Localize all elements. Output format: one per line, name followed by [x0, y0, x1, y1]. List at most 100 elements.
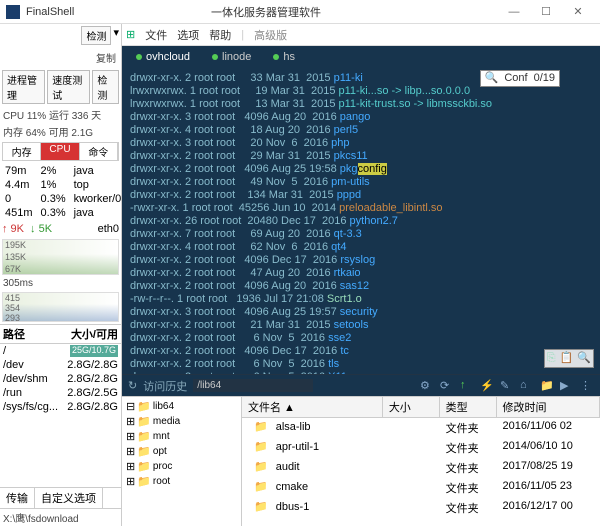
terminal-line: drwxr-xr-x. 7 root root 69 Aug 20 2016 q… — [130, 228, 592, 241]
fs-row[interactable]: /dev2.8G/2.8G — [0, 358, 121, 372]
menu-help[interactable]: 帮助 — [209, 27, 231, 43]
play-icon[interactable]: ▶ — [560, 379, 574, 393]
session-tab[interactable]: ovhcloud — [126, 49, 200, 65]
process-mgr-button[interactable]: 进程管理 — [2, 70, 45, 104]
edit-icon[interactable]: ✎ — [500, 379, 514, 393]
terminal-line: drwxr-xr-x. 2 root root 21 Mar 31 2015 s… — [130, 319, 592, 332]
col-type[interactable]: 类型 — [440, 397, 497, 417]
app-subtitle: 一体化服务器管理软件 — [211, 4, 321, 20]
terminal-line: drwxr-xr-x. 4 root root 62 Nov 6 2016 qt… — [130, 241, 592, 254]
terminal-line: drwxr-xr-x. 2 root root 4096 Dec 17 2016… — [130, 345, 592, 358]
col-name[interactable]: 文件名 ▲ — [242, 397, 383, 417]
maximize-button[interactable]: ☐ — [530, 5, 562, 18]
file-row[interactable]: 📁alsa-lib文件夹2016/11/06 02 — [242, 418, 600, 438]
copy-icon[interactable]: ⎘ — [547, 352, 556, 365]
file-list[interactable]: 文件名 ▲ 大小 类型 修改时间 📁alsa-lib文件夹2016/11/06 … — [242, 397, 600, 526]
cpu-info: CPU 11% 运行 336 天 — [0, 106, 121, 123]
process-row[interactable]: 451m0.3%java — [2, 207, 122, 219]
tree-node[interactable]: ⊞📁mnt — [124, 429, 239, 444]
process-row[interactable]: 79m2%java — [2, 165, 122, 177]
file-row[interactable]: 📁apr-util-1文件夹2014/06/10 10 — [242, 438, 600, 458]
size-header: 大小/可用 — [71, 326, 118, 342]
terminal-line: drwxr-xr-x. 4 root root 18 Aug 20 2016 p… — [130, 124, 592, 137]
home-icon[interactable]: ⌂ — [520, 379, 534, 393]
fs-row[interactable]: /25G/10.7G — [0, 344, 121, 358]
file-row[interactable]: 📁cmake文件夹2016/11/05 23 — [242, 478, 600, 498]
fs-row[interactable]: /dev/shm2.8G/2.8G — [0, 372, 121, 386]
terminal-line: drwxr-xr-x. 2 root root 4096 Aug 25 19:5… — [130, 163, 592, 176]
net-down: ↓ 5K — [30, 223, 52, 235]
local-path: X:\鹰\fsdownload — [0, 508, 121, 526]
terminal-line: drwxr-xr-x. 2 root root 134 Mar 31 2015 … — [130, 189, 592, 202]
fs-row[interactable]: /sys/fs/cg...2.8G/2.8G — [0, 400, 121, 414]
app-logo — [6, 5, 20, 19]
search-icon[interactable]: 🔍 — [577, 352, 591, 365]
speed-test-button[interactable]: 速度测试 — [47, 70, 90, 104]
terminal-line: drwxr-xr-x. 2 root root 6 Nov 5 2016 tls — [130, 358, 592, 371]
file-row[interactable]: 📁audit文件夹2017/08/25 19 — [242, 458, 600, 478]
process-row[interactable]: 00.3%kworker/0:2 — [2, 193, 122, 205]
terminal-line: -rw-r--r--. 1 root root 1936 Jul 17 21:0… — [130, 293, 592, 306]
session-tabs: ovhcloudlinodehs — [122, 46, 600, 68]
tree-node[interactable]: ⊞📁proc — [124, 459, 239, 474]
search-icon: 🔍 — [485, 72, 499, 85]
search-box[interactable]: 🔍 Conf 0/19 — [480, 70, 560, 87]
terminal-line: drwxr-xr-x. 2 root root 29 Mar 31 2015 p… — [130, 150, 592, 163]
tree-node[interactable]: ⊞📁root — [124, 474, 239, 489]
tree-node[interactable]: ⊟📁lib64 — [124, 399, 239, 414]
latency-chart: 415 354 293 — [2, 292, 119, 322]
dropdown-icon[interactable]: ▾ — [113, 26, 119, 45]
terminal-line: drwxr-xr-x. 26 root root 20480 Dec 17 20… — [130, 215, 592, 228]
detect-button-2[interactable]: 检测 — [92, 70, 119, 104]
connect-icon[interactable]: ⊞ — [126, 28, 135, 41]
minimize-button[interactable]: — — [498, 6, 530, 18]
col-size[interactable]: 大小 — [383, 397, 440, 417]
folder-icon[interactable]: 📁 — [540, 379, 554, 393]
copy-button[interactable]: 复制 — [93, 49, 119, 66]
refresh-icon[interactable]: ⟳ — [440, 379, 454, 393]
tab-cpu[interactable]: CPU — [41, 143, 79, 160]
detect-button[interactable]: 检测 — [81, 26, 111, 45]
col-date[interactable]: 修改时间 — [497, 397, 600, 417]
path-header: 路径 — [3, 326, 25, 342]
terminal-line: drwxr-xr-x. 2 root root 6 Nov 5 2016 X11 — [130, 371, 592, 374]
more-icon[interactable]: ⋮ — [580, 379, 594, 393]
tab-custom[interactable]: 自定义选项 — [35, 488, 103, 508]
menu-view[interactable]: 选项 — [177, 27, 199, 43]
session-tab[interactable]: hs — [263, 49, 305, 65]
close-button[interactable]: ✕ — [562, 5, 594, 18]
terminal-line: lrwxrwxrwx. 1 root root 13 Mar 31 2015 p… — [130, 98, 592, 111]
menu-file[interactable]: 文件 — [145, 27, 167, 43]
history-icon[interactable]: ↻ — [128, 379, 137, 392]
terminal-line: drwxr-xr-x. 2 root root 49 Nov 5 2016 pm… — [130, 176, 592, 189]
tab-memory[interactable]: 内存 — [3, 143, 41, 160]
download-icon[interactable]: ⚡ — [480, 379, 494, 393]
tab-transfer[interactable]: 传输 — [0, 488, 35, 508]
menu-pro[interactable]: 高级版 — [254, 27, 287, 43]
path-input[interactable] — [193, 379, 313, 392]
process-table: 79m2%java 4.4m1%top 00.3%kworker/0:2 451m0.… — [0, 163, 122, 221]
tool-icon[interactable]: ⚙ — [420, 379, 434, 393]
tab-command[interactable]: 命令 — [80, 143, 118, 160]
file-tree[interactable]: ⊟📁lib64⊞📁media⊞📁mnt⊞📁opt⊞📁proc⊞📁root — [122, 397, 242, 526]
terminal-line: drwxr-xr-x. 3 root root 4096 Aug 20 2016… — [130, 111, 592, 124]
paste-icon[interactable]: 📋 — [560, 352, 574, 365]
tree-node[interactable]: ⊞📁media — [124, 414, 239, 429]
search-query: Conf — [504, 72, 527, 85]
network-chart: 195K 135K 67K — [2, 239, 119, 275]
search-count: 0/19 — [534, 72, 555, 85]
history-label: 访问历史 — [143, 378, 187, 394]
terminal-action-icons: ⎘ 📋 🔍 — [544, 349, 594, 368]
file-row[interactable]: 📁dbus-1文件夹2016/12/17 00 — [242, 498, 600, 518]
app-title: FinalShell — [26, 6, 203, 18]
latency: 305ms — [0, 277, 121, 290]
upload-icon[interactable]: ↑ — [460, 379, 474, 393]
process-row[interactable]: 4.4m1%top — [2, 179, 122, 191]
net-iface: eth0 — [98, 223, 119, 235]
session-tab[interactable]: linode — [202, 49, 261, 65]
terminal-line: drwxr-xr-x. 2 root root 47 Aug 20 2016 r… — [130, 267, 592, 280]
fs-row[interactable]: /run2.8G/2.5G — [0, 386, 121, 400]
tree-node[interactable]: ⊞📁opt — [124, 444, 239, 459]
terminal-line: drwxr-xr-x. 2 root root 4096 Aug 20 2016… — [130, 280, 592, 293]
terminal[interactable]: 🔍 Conf 0/19 drwxr-xr-x. 2 root root 33 M… — [122, 68, 600, 374]
